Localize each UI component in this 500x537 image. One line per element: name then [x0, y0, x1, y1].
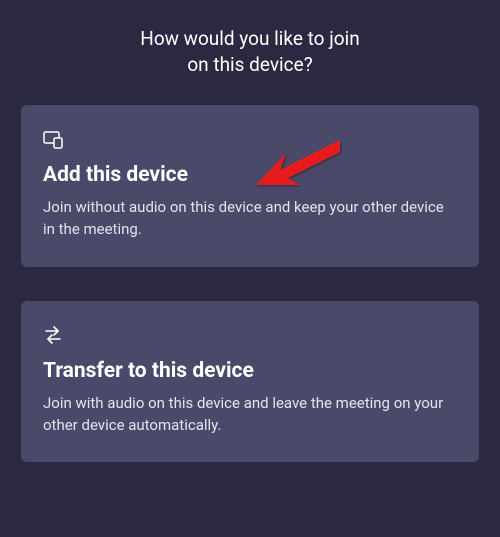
add-device-icon — [43, 129, 457, 153]
join-device-prompt: How would you like to joinon this device… — [0, 0, 500, 462]
transfer-description: Join with audio on this device and leave… — [43, 393, 457, 437]
transfer-icon — [43, 325, 457, 349]
transfer-title: Transfer to this device — [43, 359, 457, 383]
add-this-device-option[interactable]: Add this device Join without audio on th… — [21, 105, 479, 267]
transfer-to-device-option[interactable]: Transfer to this device Join with audio … — [21, 301, 479, 463]
add-device-title: Add this device — [43, 163, 457, 187]
add-device-description: Join without audio on this device and ke… — [43, 197, 457, 241]
prompt-heading: How would you like to joinon this device… — [21, 26, 479, 77]
